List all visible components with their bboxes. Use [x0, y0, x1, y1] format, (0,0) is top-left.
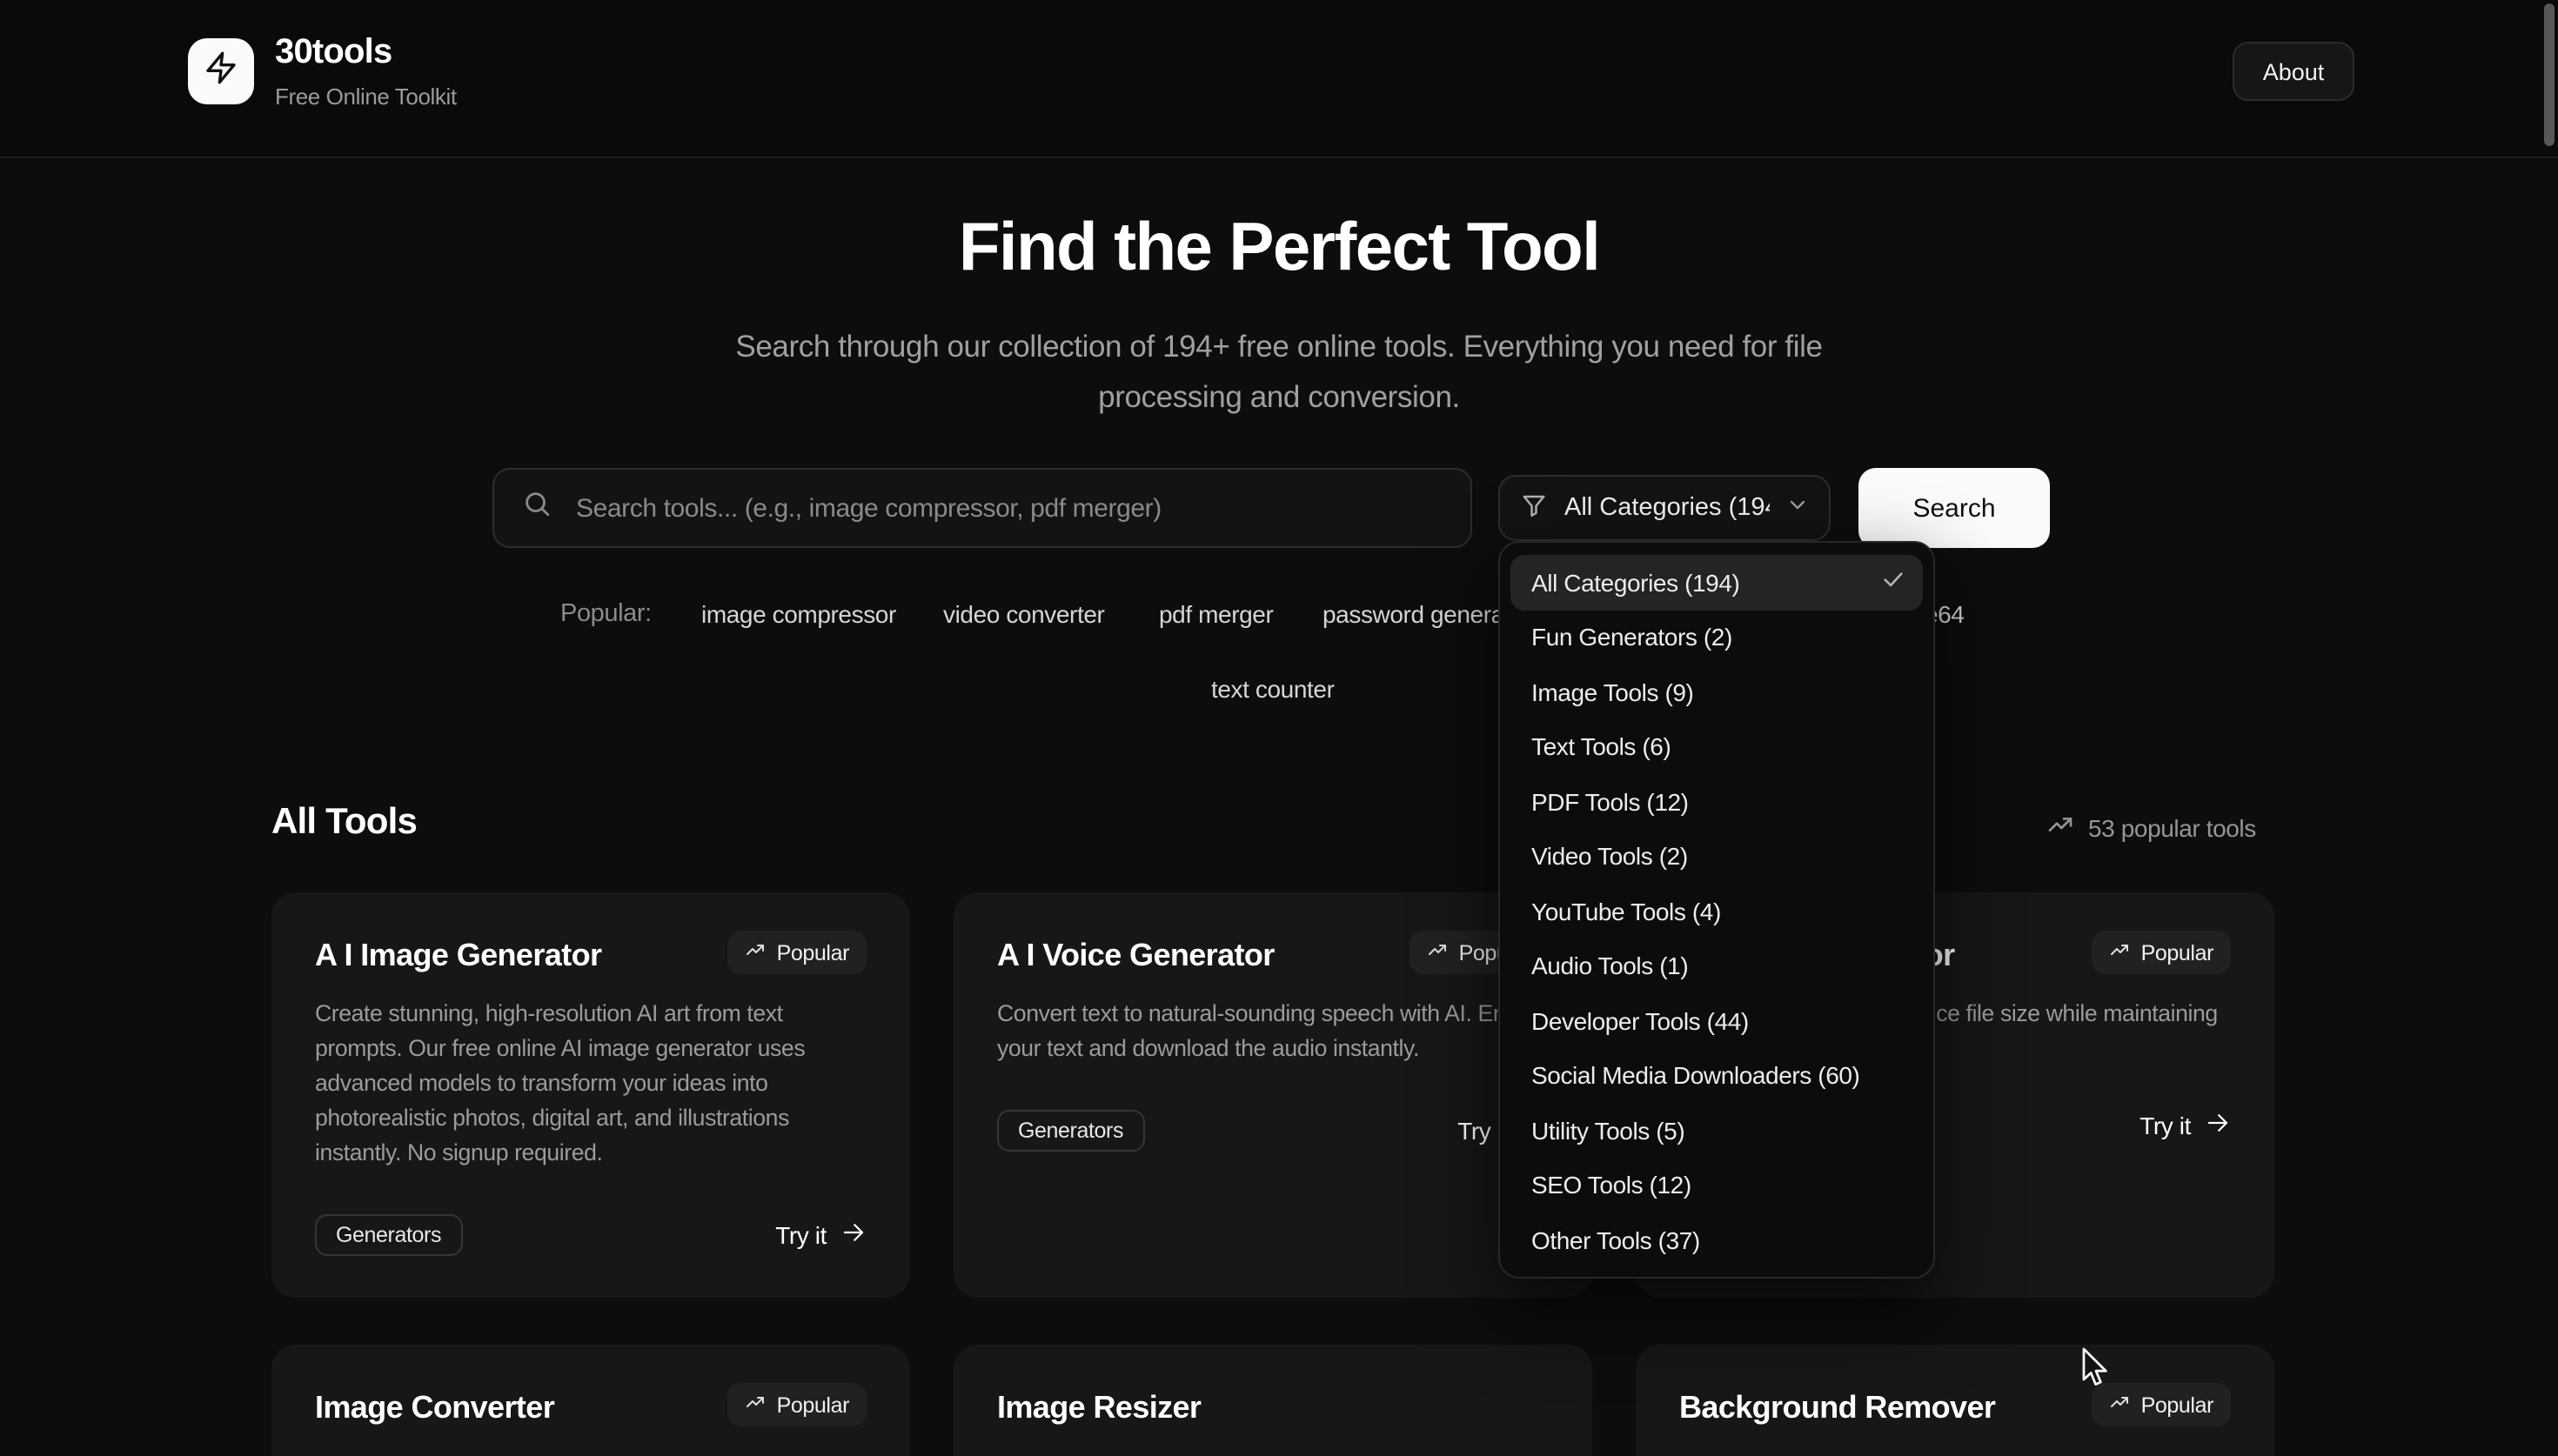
- tool-card-image-resizer[interactable]: Image Resizer Resize images with custom …: [954, 1345, 1592, 1456]
- trending-up-icon: [1428, 939, 1449, 965]
- popular-terms-row: Popular: image compressor video converte…: [0, 600, 2558, 638]
- trending-up-icon: [2110, 1392, 2131, 1418]
- category-option-video-tools[interactable]: Video Tools (2): [1510, 829, 1923, 884]
- popular-label: Popular:: [560, 600, 652, 628]
- search-row: All Categories (194) Search: [492, 468, 2050, 548]
- arrow-right-icon: [2205, 1110, 2231, 1141]
- card-title: A I Voice Generator: [997, 936, 1275, 974]
- search-input[interactable]: [573, 491, 1446, 524]
- popular-tools-count-label: 53 popular tools: [2088, 813, 2256, 841]
- arrow-right-icon: [840, 1219, 867, 1251]
- category-option-developer-tools[interactable]: Developer Tools (44): [1510, 993, 1923, 1048]
- popular-term-image-compressor[interactable]: image compressor: [701, 600, 896, 628]
- card-title: Image Converter: [315, 1388, 554, 1426]
- card-title: Image Resizer: [997, 1388, 1201, 1426]
- trending-up-icon: [2046, 811, 2074, 844]
- popular-term-pdf-merger[interactable]: pdf merger: [1159, 600, 1273, 628]
- popular-badge-label: Popular: [2141, 1393, 2213, 1417]
- tool-card-image-converter[interactable]: Image Converter Popular Convert images b…: [271, 1345, 910, 1456]
- brand-name: 30tools: [275, 33, 392, 73]
- all-tools-heading: All Tools: [271, 802, 417, 844]
- subtitle-line-1: Search through our collection of 194+ fr…: [735, 329, 1822, 364]
- page: 30tools Free Online Toolkit About Find t…: [0, 0, 2558, 1456]
- try-it-link[interactable]: Try it: [2139, 1110, 2231, 1141]
- search-button[interactable]: Search: [1858, 468, 2050, 548]
- category-filter-label: All Categories (194): [1564, 494, 1770, 522]
- scrollbar-thumb[interactable]: [2544, 3, 2555, 146]
- header: 30tools Free Online Toolkit About: [0, 0, 2558, 158]
- card-category-tag: Generators: [997, 1110, 1144, 1152]
- category-option-all-categories[interactable]: All Categories (194): [1510, 555, 1923, 610]
- page-title: Find the Perfect Tool: [0, 210, 2558, 287]
- brand-logo[interactable]: [188, 38, 254, 104]
- card-description: Create stunning, high-resolution AI art …: [315, 997, 867, 1171]
- category-option-other-tools[interactable]: Other Tools (37): [1510, 1212, 1923, 1267]
- category-option-seo-tools[interactable]: SEO Tools (12): [1510, 1158, 1923, 1212]
- popular-badge: Popular: [2093, 1383, 2231, 1426]
- category-dropdown-menu: All Categories (194) Fun Generators (2) …: [1498, 541, 1935, 1279]
- category-option-social-media-downloaders[interactable]: Social Media Downloaders (60): [1510, 1048, 1923, 1103]
- popular-terms-row-2: text counter: [0, 675, 2558, 713]
- category-filter-button[interactable]: All Categories (194): [1498, 475, 1831, 541]
- popular-badge: Popular: [2093, 931, 2231, 974]
- card-title: A I Image Generator: [315, 936, 601, 974]
- category-option-utility-tools[interactable]: Utility Tools (5): [1510, 1103, 1923, 1158]
- popular-badge-label: Popular: [2141, 940, 2213, 965]
- chevron-down-icon: [1787, 494, 1808, 522]
- trending-up-icon: [746, 939, 767, 965]
- trending-up-icon: [746, 1392, 767, 1418]
- card-title: Background Remover: [1679, 1388, 1995, 1426]
- category-option-text-tools[interactable]: Text Tools (6): [1510, 719, 1923, 774]
- popular-term-text-counter[interactable]: text counter: [1211, 675, 1335, 703]
- filter-icon: [1521, 491, 1547, 524]
- brand-tagline: Free Online Toolkit: [275, 83, 457, 110]
- popular-tools-count: 53 popular tools: [2046, 811, 2256, 844]
- popular-badge-label: Popular: [777, 1393, 849, 1417]
- about-button[interactable]: About: [2233, 42, 2354, 101]
- category-option-audio-tools[interactable]: Audio Tools (1): [1510, 938, 1923, 993]
- tool-card-ai-image-generator[interactable]: A I Image Generator Popular Create stunn…: [271, 892, 910, 1298]
- category-option-pdf-tools[interactable]: PDF Tools (12): [1510, 774, 1923, 829]
- category-option-youtube-tools[interactable]: YouTube Tools (4): [1510, 884, 1923, 938]
- zap-icon: [204, 50, 238, 93]
- tool-card-background-remover[interactable]: Background Remover Popular Remove image …: [1636, 1345, 2274, 1456]
- popular-term-video-converter[interactable]: video converter: [943, 600, 1104, 628]
- card-description: Remove image backgrounds automatically w…: [1679, 1449, 2231, 1456]
- try-it-link[interactable]: Try it: [775, 1219, 867, 1251]
- card-description: Resize images with custom dimensions whi…: [997, 1449, 1549, 1456]
- popular-badge: Popular: [728, 1383, 867, 1426]
- subtitle-line-2: processing and conversion.: [1098, 379, 1460, 414]
- trending-up-icon: [2110, 939, 2131, 965]
- check-icon: [1881, 568, 1905, 598]
- tool-card-ai-voice-generator[interactable]: A I Voice Generator Popular Convert text…: [954, 892, 1592, 1298]
- screen: 30tools Free Online Toolkit About Find t…: [0, 0, 2558, 1456]
- category-option-image-tools[interactable]: Image Tools (9): [1510, 665, 1923, 719]
- card-description: Convert text to natural-sounding speech …: [997, 997, 1549, 1066]
- category-option-fun-generators[interactable]: Fun Generators (2): [1510, 610, 1923, 665]
- page-subtitle: Search through our collection of 194+ fr…: [0, 322, 2558, 423]
- search-icon: [522, 489, 573, 527]
- popular-badge-label: Popular: [777, 940, 849, 965]
- card-category-tag: Generators: [315, 1214, 462, 1256]
- card-description: Convert images between different formats…: [315, 1449, 867, 1456]
- popular-badge: Popular: [728, 931, 867, 974]
- search-field[interactable]: [492, 468, 1472, 548]
